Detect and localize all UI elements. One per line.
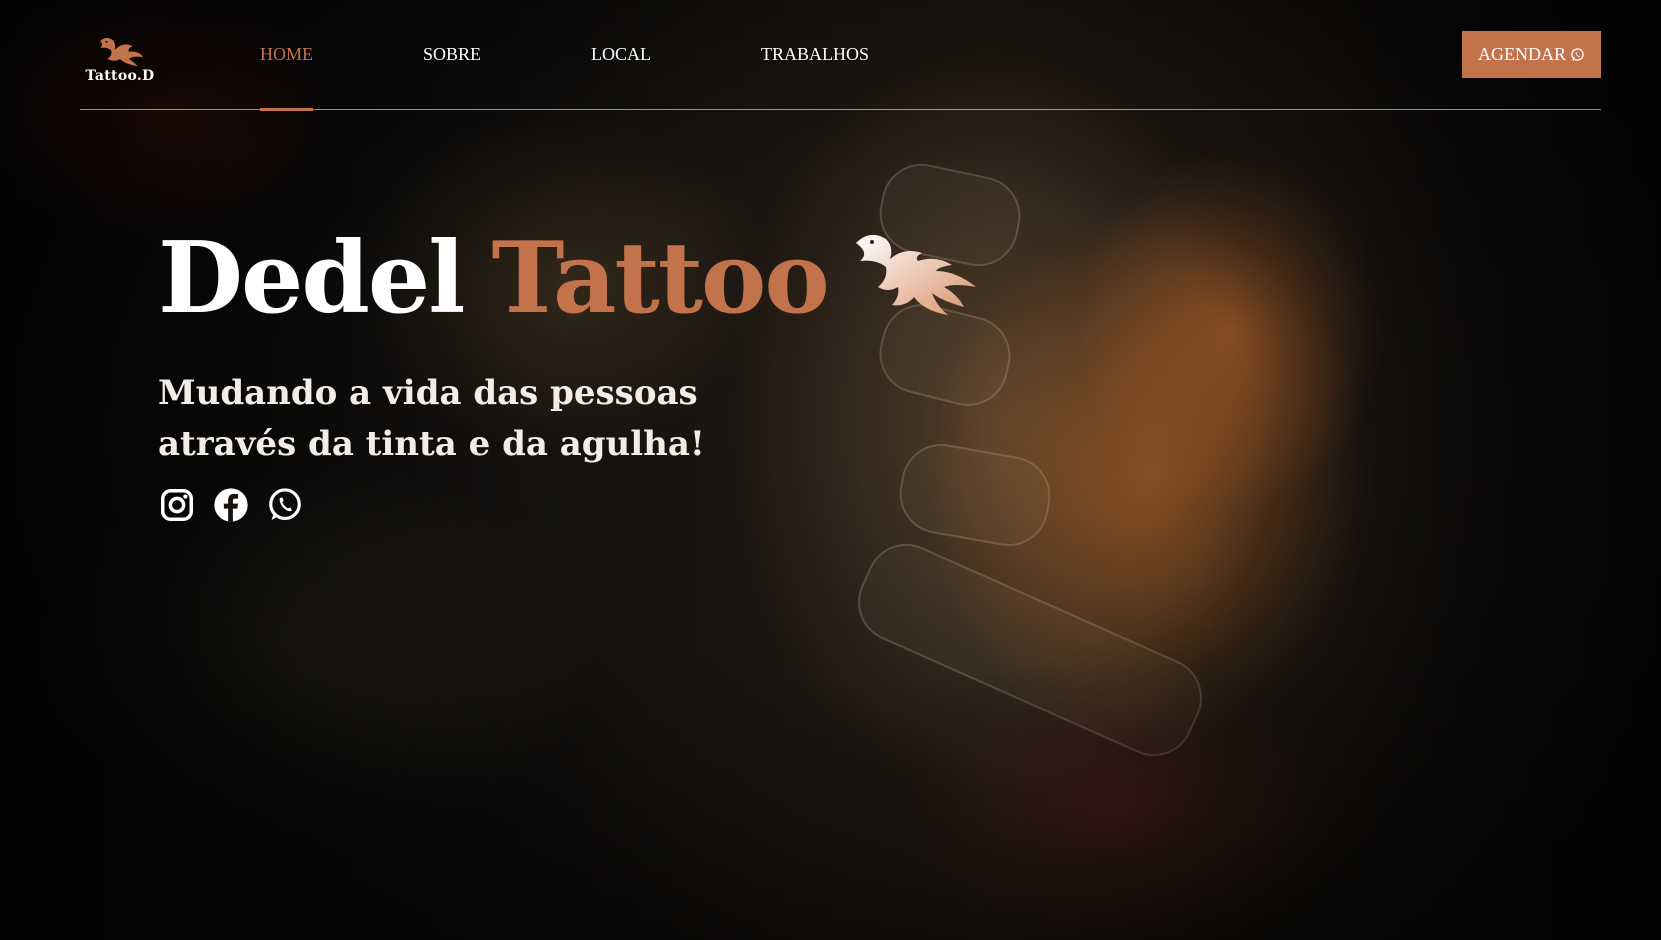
- brand-logo[interactable]: Tattoo.D: [80, 20, 160, 90]
- phoenix-logo-icon: [100, 37, 144, 66]
- whatsapp-icon: [1571, 48, 1584, 61]
- whatsapp-icon[interactable]: [266, 486, 304, 524]
- nav-item-trabalhos[interactable]: TRABALHOS: [761, 0, 869, 109]
- hero-title-name: Dedel: [158, 221, 465, 336]
- phoenix-icon: [855, 234, 976, 315]
- nav-item-sobre[interactable]: SOBRE: [423, 0, 481, 109]
- hero-title: Dedel Tattoo: [158, 230, 982, 328]
- schedule-button[interactable]: AGENDAR: [1462, 31, 1601, 78]
- top-navbar: Tattoo.D HOME SOBRE LOCAL TRABALHOS AGEN…: [80, 0, 1601, 111]
- facebook-icon[interactable]: [212, 486, 250, 524]
- hero-subtitle: Mudando a vida das pessoas através da ti…: [158, 373, 705, 464]
- social-links: [158, 486, 982, 524]
- nav-item-home[interactable]: HOME: [260, 0, 313, 111]
- nav-item-local[interactable]: LOCAL: [591, 0, 651, 109]
- hero-title-accent: Tattoo: [491, 221, 829, 336]
- main-nav: HOME SOBRE LOCAL TRABALHOS: [260, 0, 979, 111]
- logo-text: Tattoo.D: [85, 67, 155, 84]
- schedule-button-label: AGENDAR: [1478, 44, 1566, 64]
- hero-section: Dedel Tattoo Mudando a vida das pessoas …: [158, 230, 982, 524]
- instagram-icon[interactable]: [158, 486, 196, 524]
